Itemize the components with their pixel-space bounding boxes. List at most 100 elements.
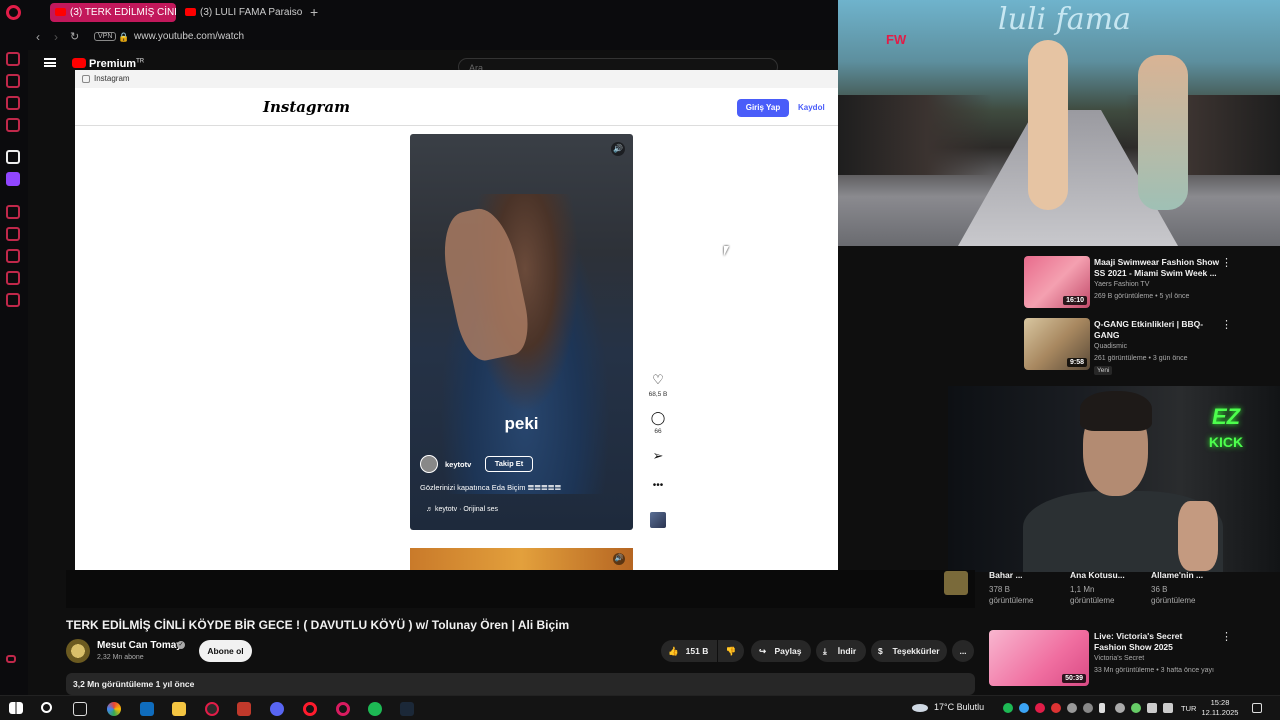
recommendation-title[interactable]: Q-GANG Etkinlikleri | BBQ-GANG <box>1094 319 1224 341</box>
comment-icon[interactable]: ◯ <box>648 410 668 426</box>
recommendation-channel[interactable]: Quadismic <box>1094 343 1127 350</box>
subscribe-button[interactable]: Abone ol <box>199 640 252 662</box>
more-options-icon[interactable]: ••• <box>648 480 668 491</box>
share-icon[interactable]: ➢ <box>648 448 668 464</box>
spotify-icon[interactable] <box>368 702 382 716</box>
more-actions-button[interactable]: ... <box>952 640 974 662</box>
network-icon[interactable] <box>1147 703 1157 713</box>
shelf-item[interactable]: Bahar ... 378 B görüntüleme <box>989 570 1033 605</box>
chrome-icon[interactable] <box>107 702 121 716</box>
clock[interactable]: 15:28 12.11.2025 <box>1200 698 1240 718</box>
recommendation-channel[interactable]: Yaers Fashion TV <box>1094 281 1149 288</box>
follow-button[interactable]: Takip Et <box>485 456 533 472</box>
opera-logo-icon[interactable] <box>6 5 21 20</box>
sidebar-ai-icon[interactable] <box>6 74 20 88</box>
url-field[interactable]: www.youtube.com/watch <box>134 31 244 42</box>
shelf-item[interactable]: Allame'nin ... 36 B görüntüleme <box>1151 570 1203 605</box>
recommendation-item[interactable]: 16:10 Maaji Swimwear Fashion Show SS 202… <box>1024 256 1264 312</box>
dislike-button[interactable]: 👎 <box>718 640 744 662</box>
sidebar-bookmark-icon[interactable] <box>6 227 20 241</box>
notifications-icon[interactable] <box>1252 703 1262 713</box>
sidebar-clock-icon[interactable] <box>6 249 20 263</box>
voice-app-icon[interactable] <box>237 702 251 716</box>
share-button[interactable]: ↪ Paylaş <box>751 640 811 662</box>
like-icon[interactable]: ♡ <box>648 372 668 388</box>
youtube-icon <box>185 8 196 16</box>
reel-username[interactable]: keytotv <box>445 460 471 469</box>
tray-app5-icon[interactable] <box>1131 703 1141 713</box>
reel-user-avatar[interactable] <box>420 455 438 473</box>
reel-video[interactable]: 🔊 peki keytotv Takip Et Gözlerinizi kapa… <box>410 134 633 530</box>
tray-app2-icon[interactable] <box>1067 703 1077 713</box>
tray-app3-icon[interactable] <box>1083 703 1093 713</box>
new-tab-button[interactable]: + <box>310 4 318 20</box>
shelf-item[interactable]: Ana Kotusu... 1,1 Mn görüntüleme <box>1070 570 1125 605</box>
sidebar-whatsapp-icon[interactable] <box>6 118 20 132</box>
video-thumbnail[interactable]: 9:58 <box>1024 318 1090 370</box>
forward-icon[interactable]: › <box>54 30 58 44</box>
tray-opera-icon[interactable] <box>1035 703 1045 713</box>
opera-icon[interactable] <box>303 702 317 716</box>
video-thumbnail[interactable]: 16:10 <box>1024 256 1090 308</box>
reload-icon[interactable]: ↻ <box>70 30 79 43</box>
like-button[interactable]: 👍 151 B <box>661 640 717 662</box>
hamburger-menu-icon[interactable] <box>44 58 56 67</box>
shelf-avatar[interactable] <box>944 571 968 595</box>
download-button[interactable]: ⤓ İndir <box>816 640 866 662</box>
volume-icon[interactable] <box>1163 703 1173 713</box>
tray-spotify-icon[interactable] <box>1003 703 1013 713</box>
tray-app4-icon[interactable] <box>1115 703 1125 713</box>
sidebar-history-icon[interactable] <box>6 52 20 66</box>
channel-avatar[interactable] <box>66 639 90 663</box>
windows-start-icon[interactable] <box>9 702 23 714</box>
video-player-bottom[interactable] <box>66 570 975 608</box>
task-view-icon[interactable] <box>73 702 87 716</box>
tray-telegram-icon[interactable] <box>1019 703 1029 713</box>
video-thumbnail[interactable]: 50:39 <box>989 630 1089 686</box>
vpn-badge[interactable]: VPN <box>94 32 117 41</box>
sidebar-messenger-icon[interactable] <box>6 96 20 110</box>
description-box[interactable]: 3,2 Mn görüntüleme 1 yıl önce <box>66 673 975 695</box>
more-vert-icon[interactable]: ⋮ <box>1221 256 1232 269</box>
more-vert-icon[interactable]: ⋮ <box>1221 318 1232 331</box>
sound-icon[interactable]: 🔊 <box>613 553 625 565</box>
steam-icon[interactable] <box>400 702 414 716</box>
back-icon[interactable]: ‹ <box>36 30 40 44</box>
outlook-icon[interactable] <box>140 702 154 716</box>
discord-icon[interactable] <box>270 702 284 716</box>
pip-fashion-video[interactable]: luli fama FW <box>838 0 1280 246</box>
recommendation-title[interactable]: Live: Victoria's Secret Fashion Show 202… <box>1094 631 1204 653</box>
opera-gx-2-icon[interactable] <box>336 702 350 716</box>
channel-name[interactable]: Mesut Can Tomay <box>97 640 182 651</box>
sidebar-player-icon[interactable] <box>6 205 20 219</box>
reel-audio-label[interactable]: ♬ keytotv · Orijinal ses <box>426 506 498 513</box>
tray-app-icon[interactable] <box>1051 703 1061 713</box>
tray-mic-icon[interactable] <box>1099 703 1105 713</box>
thanks-button[interactable]: $ Teşekkürler <box>871 640 947 662</box>
recommendation-channel[interactable]: Victoria's Secret <box>1094 655 1144 662</box>
sidebar-downloads-icon[interactable] <box>6 271 20 285</box>
search-icon[interactable] <box>41 702 52 713</box>
tab-luli-fama[interactable]: (3) LULI FAMA Paraiso Sw <box>180 3 302 22</box>
next-reel-preview[interactable]: 🔊 <box>410 548 633 570</box>
login-button[interactable]: Giriş Yap <box>737 99 789 117</box>
recommendation-item[interactable]: 50:39 Live: Victoria's Secret Fashion Sh… <box>989 630 1232 686</box>
sidebar-settings-icon[interactable] <box>6 293 20 307</box>
sidebar-gx-corner-icon[interactable] <box>6 655 16 663</box>
audio-thumbnail[interactable] <box>650 512 666 528</box>
shelf-title: Ana Kotusu... <box>1070 570 1125 580</box>
recommendation-item[interactable]: 9:58 Q-GANG Etkinlikleri | BBQ-GANG Quad… <box>1024 318 1264 375</box>
tab-active[interactable]: (3) TERK EDİLMİŞ CİNLİ K <box>50 3 176 22</box>
opera-gx-icon[interactable] <box>205 702 219 716</box>
sidebar-gx-icon[interactable] <box>6 150 20 164</box>
instagram-logo[interactable]: Instagram <box>263 98 350 116</box>
more-vert-icon[interactable]: ⋮ <box>1221 630 1232 643</box>
recommendation-title[interactable]: Maaji Swimwear Fashion Show SS 2021 - Mi… <box>1094 257 1224 279</box>
sound-icon[interactable]: 🔊 <box>611 142 625 156</box>
youtube-logo[interactable]: PremiumTR <box>72 58 144 70</box>
language-indicator[interactable]: TUR <box>1181 704 1196 713</box>
weather-text[interactable]: 17°C Bulutlu <box>934 702 984 712</box>
file-explorer-icon[interactable] <box>172 702 186 716</box>
signup-link[interactable]: Kaydol <box>798 103 825 112</box>
sidebar-twitch-icon[interactable] <box>6 172 20 186</box>
